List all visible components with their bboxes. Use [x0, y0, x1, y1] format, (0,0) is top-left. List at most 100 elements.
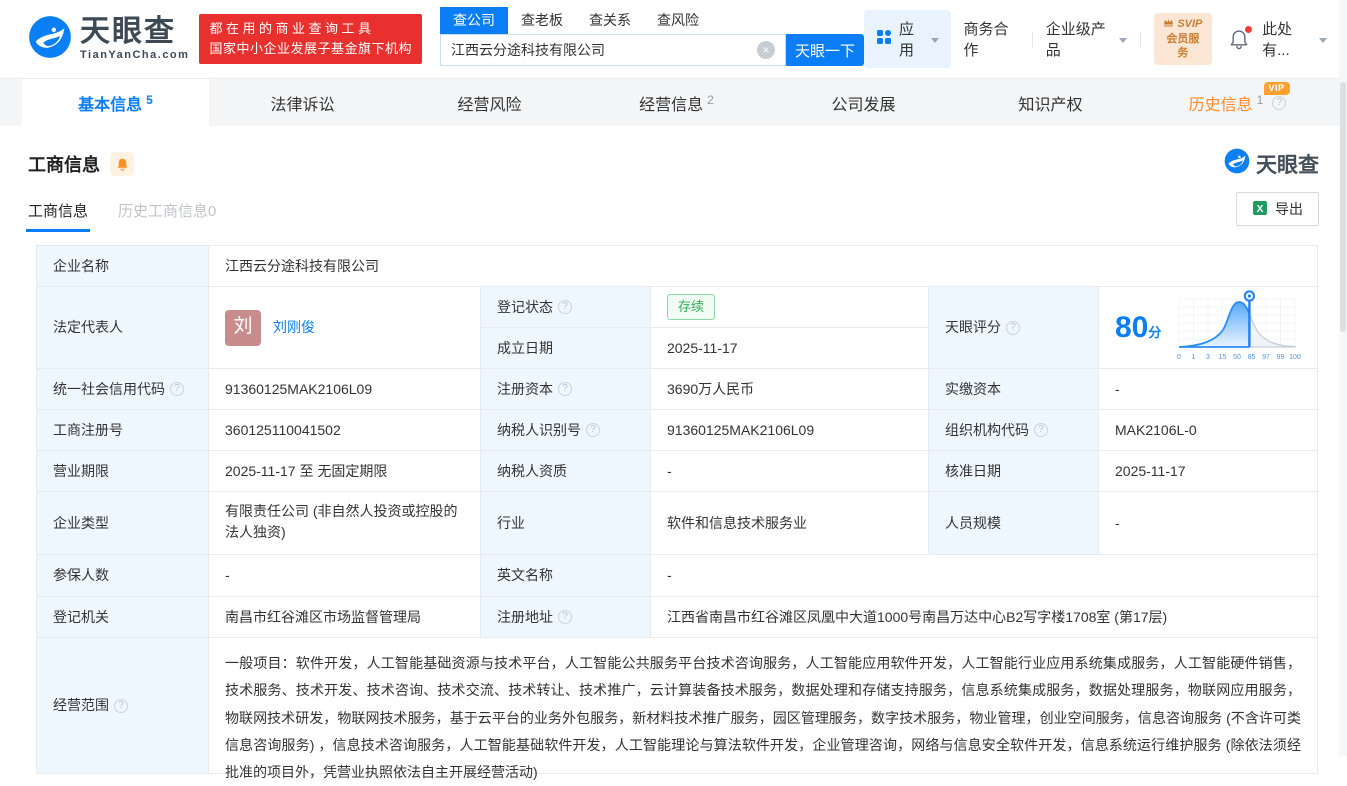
apps-label: 应用 — [898, 21, 914, 59]
help-icon[interactable]: ? — [170, 382, 184, 396]
field-label: 工商注册号 — [37, 410, 209, 451]
score-cell[interactable]: 80分 0 1 3 15 50 85 97 99 100 — [1099, 287, 1317, 369]
tab-label: 经营信息 — [639, 96, 704, 114]
help-icon[interactable]: ? — [586, 423, 600, 437]
help-icon[interactable]: ? — [1272, 95, 1287, 110]
chevron-down-icon — [930, 37, 939, 43]
watermark-logo: 天眼查 — [1224, 148, 1319, 180]
promo-badge: 都在用的商业查询工具 国家中小企业发展子基金旗下机构 — [199, 13, 422, 65]
tab-count: 2 — [707, 92, 714, 107]
subtab-history-business-info[interactable]: 历史工商信息0 — [118, 200, 216, 232]
tab-operating-risk[interactable]: 经营风险 — [396, 79, 583, 126]
field-label: 经营范围? — [37, 638, 209, 773]
search-button[interactable]: 天眼一下 — [785, 34, 864, 66]
search-tab-risk[interactable]: 查风险 — [644, 7, 712, 34]
tab-legal-proceedings[interactable]: 法律诉讼 — [209, 79, 396, 126]
nav-cooperation[interactable]: 商务合作 — [964, 18, 1019, 60]
search-tab-boss[interactable]: 查老板 — [508, 7, 576, 34]
logo-title: 天眼查 — [80, 15, 176, 48]
tianyancha-logo[interactable]: 天眼查 TianYanCha.com — [28, 15, 189, 64]
reg-address-value: 江西省南昌市红谷滩区凤凰中大道1000号南昌万达中心B2写字楼1708室 (第1… — [651, 597, 1317, 638]
enterprise-label: 企业级产品 — [1045, 21, 1106, 59]
scrollbar-thumb[interactable] — [1340, 82, 1346, 332]
field-label: 参保人数 — [37, 555, 209, 597]
tab-label: 经营风险 — [457, 96, 522, 114]
user-menu-label: 此处有... — [1262, 21, 1293, 59]
help-icon[interactable]: ? — [558, 382, 572, 396]
crown-icon — [1163, 17, 1174, 32]
field-label: 组织机构代码? — [929, 410, 1099, 451]
subscribe-bell-icon[interactable] — [110, 152, 134, 176]
score-distribution-chart: 0 1 3 15 50 85 97 99 100 — [1173, 287, 1301, 369]
tab-intellectual-property[interactable]: 知识产权 — [957, 79, 1144, 126]
user-menu[interactable]: 此处有... — [1262, 18, 1327, 60]
tab-history-info[interactable]: 历史信息 1 ? VIP — [1144, 79, 1331, 126]
score-unit: 分 — [1148, 324, 1162, 340]
taxpayer-qual-value: - — [651, 451, 929, 492]
credit-code-value: 91360125MAK2106L09 — [209, 369, 481, 410]
business-info-table: 企业名称 江西云分途科技有限公司 法定代表人 刘 刘刚俊 登记状态? 存续 成立… — [36, 245, 1318, 780]
reg-number-value: 360125110041502 — [209, 410, 481, 451]
notification-dot — [1245, 26, 1253, 33]
help-icon[interactable]: ? — [1006, 320, 1020, 335]
english-name-value: - — [651, 555, 1317, 597]
search-tabs: 查公司 查老板 查关系 查风险 — [439, 7, 864, 34]
apps-grid-icon — [876, 29, 892, 49]
divider — [1139, 31, 1141, 47]
svg-text:15: 15 — [1219, 354, 1227, 361]
export-button[interactable]: X 导出 — [1236, 192, 1319, 226]
svg-text:50: 50 — [1233, 354, 1241, 361]
field-label: 核准日期 — [929, 451, 1099, 492]
tab-label: 法律诉讼 — [270, 96, 335, 114]
field-label: 行业 — [481, 492, 651, 555]
svg-text:97: 97 — [1262, 354, 1270, 361]
svip-member-badge[interactable]: SVIP 会员服务 — [1153, 12, 1213, 66]
legal-rep-link[interactable]: 刘刚俊 — [273, 317, 315, 338]
svg-text:0: 0 — [1177, 354, 1181, 361]
approval-date-value: 2025-11-17 — [1099, 451, 1317, 492]
page-scrollbar[interactable] — [1339, 0, 1347, 756]
nav-enterprise-products[interactable]: 企业级产品 — [1046, 18, 1127, 60]
search-tab-company[interactable]: 查公司 — [439, 7, 508, 34]
help-icon[interactable]: ? — [114, 698, 128, 713]
logo-domain: TianYanCha.com — [80, 49, 190, 61]
help-icon[interactable]: ? — [558, 610, 572, 624]
avatar[interactable]: 刘 — [225, 309, 261, 346]
tab-basic-info[interactable]: 基本信息 5 — [22, 79, 209, 126]
reg-authority-value: 南昌市红谷滩区市场监督管理局 — [209, 597, 481, 638]
svg-text:X: X — [1257, 204, 1264, 215]
help-icon[interactable]: ? — [1034, 423, 1048, 437]
divider — [1031, 31, 1033, 47]
tab-operating-info[interactable]: 经营信息 2 — [583, 79, 770, 126]
subtab-business-info[interactable]: 工商信息 — [25, 200, 91, 232]
tab-label: 知识产权 — [1018, 96, 1083, 114]
establish-date-value: 2025-11-17 — [651, 328, 929, 369]
tab-company-development[interactable]: 公司发展 — [770, 79, 957, 126]
apps-menu[interactable]: 应用 — [863, 10, 951, 68]
help-icon[interactable]: ? — [558, 300, 572, 314]
svg-text:1: 1 — [1192, 354, 1196, 361]
section-title: 工商信息 — [28, 155, 100, 175]
field-label: 天眼评分? — [929, 287, 1099, 369]
legal-rep-cell: 刘 刘刚俊 — [209, 287, 481, 369]
field-label: 人员规模 — [929, 492, 1099, 555]
clear-icon[interactable]: × — [756, 41, 775, 59]
paid-capital-value: - — [1099, 369, 1317, 410]
tab-count: 1 — [1256, 92, 1264, 107]
search-tab-relation[interactable]: 查关系 — [576, 7, 644, 34]
basic-info-section: 工商信息 天眼查 工商信息 历史工商信息0 X 导出 企业名称 江西云分途科技有… — [0, 148, 1347, 780]
company-tabbar: 基本信息 5 法律诉讼 经营风险 经营信息 2 公司发展 知识产权 历史信息 1… — [0, 79, 1347, 126]
field-label: 注册地址? — [481, 597, 651, 638]
tianyancha-swirl-icon — [1224, 148, 1250, 180]
tab-label: 公司发展 — [831, 96, 896, 114]
svg-text:85: 85 — [1248, 354, 1256, 361]
staff-size-value: - — [1099, 492, 1317, 555]
field-label: 纳税人资质 — [481, 451, 651, 492]
org-code-value: MAK2106L-0 — [1099, 410, 1317, 451]
excel-icon: X — [1252, 200, 1268, 219]
svg-text:3: 3 — [1206, 354, 1210, 361]
notification-bell[interactable] — [1229, 26, 1253, 50]
search-input[interactable]: 江西云分途科技有限公司 × — [439, 34, 786, 66]
field-label: 统一社会信用代码? — [37, 369, 209, 410]
tab-label: 历史信息 — [1188, 96, 1253, 114]
